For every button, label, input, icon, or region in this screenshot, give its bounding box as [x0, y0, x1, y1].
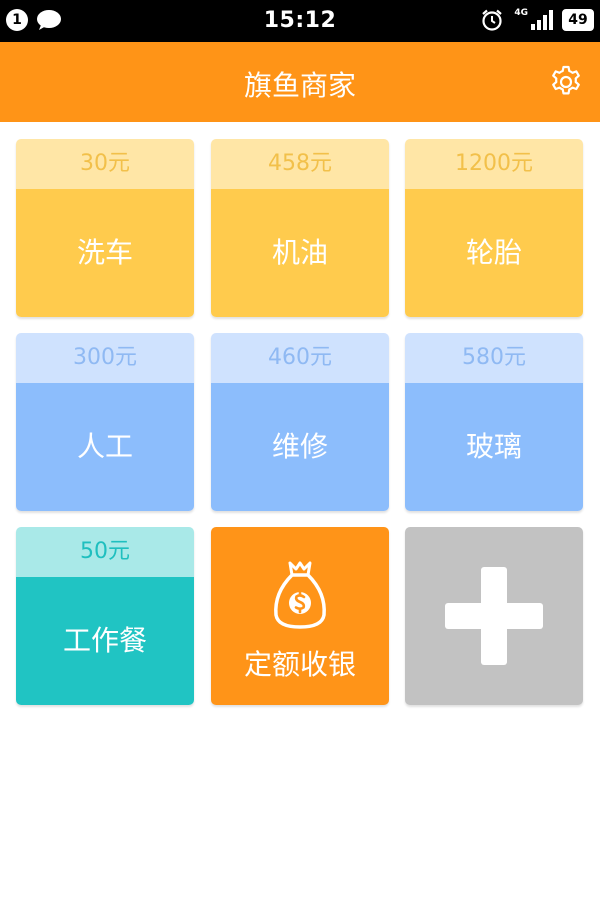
- item-name: 工作餐: [16, 577, 194, 705]
- item-price: 300元: [16, 333, 194, 383]
- item-tile-labor[interactable]: 300元 人工: [16, 333, 194, 511]
- item-tile-tires[interactable]: 1200元 轮胎: [405, 139, 583, 317]
- item-name: 玻璃: [405, 383, 583, 511]
- status-bar: 1 15:12 4G 49: [0, 0, 600, 42]
- item-name: 机油: [211, 189, 389, 317]
- item-tile-car-wash[interactable]: 30元 洗车: [16, 139, 194, 317]
- battery-indicator: 49: [562, 9, 594, 31]
- alarm-icon: [482, 9, 503, 31]
- item-price: 458元: [211, 139, 389, 189]
- money-bag-icon: [274, 561, 326, 629]
- system-indicators: 4G 49: [480, 8, 594, 32]
- fixed-amount-label: 定额收银: [243, 648, 356, 681]
- item-price: 30元: [16, 139, 194, 189]
- item-price: 1200元: [405, 139, 583, 189]
- title-bar: 旗鱼商家: [0, 42, 600, 122]
- item-tile-staff-meal[interactable]: 50元 工作餐: [16, 527, 194, 705]
- page-title: 旗鱼商家: [243, 69, 356, 102]
- item-tile-repair[interactable]: 460元 维修: [211, 333, 389, 511]
- signal-icon: [531, 10, 553, 30]
- item-name: 洗车: [16, 189, 194, 317]
- item-name: 维修: [211, 383, 389, 511]
- network-type-label: 4G: [514, 8, 528, 18]
- item-tile-glass[interactable]: 580元 玻璃: [405, 333, 583, 511]
- item-tile-engine-oil[interactable]: 458元 机油: [211, 139, 389, 317]
- fixed-amount-checkout-button[interactable]: 定额收银: [211, 527, 389, 705]
- item-price: 460元: [211, 333, 389, 383]
- item-name: 人工: [16, 383, 194, 511]
- item-price: 50元: [16, 527, 194, 577]
- item-price: 580元: [405, 333, 583, 383]
- add-item-button[interactable]: [405, 527, 583, 705]
- gear-icon[interactable]: [548, 64, 584, 100]
- item-name: 轮胎: [405, 189, 583, 317]
